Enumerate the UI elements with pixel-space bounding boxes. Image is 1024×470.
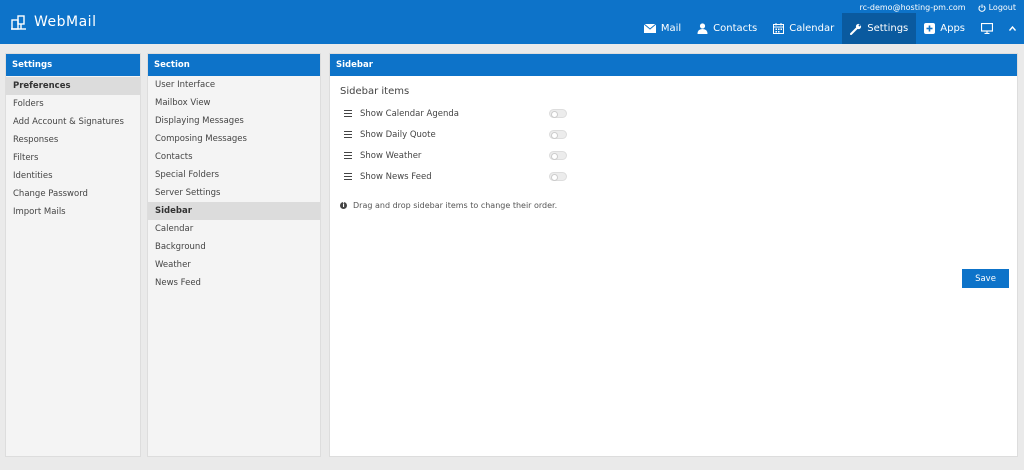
sidebar-items-list: Show Calendar Agenda Show Daily Quote Show… xyxy=(340,103,1007,187)
sidebar-item-row[interactable]: Show News Feed xyxy=(340,166,1007,187)
sidebar-item-label: Show Daily Quote xyxy=(360,129,436,140)
settings-item-folders[interactable]: Folders xyxy=(6,95,140,113)
envelope-icon xyxy=(643,24,656,33)
section-item-background[interactable]: Background xyxy=(148,238,320,256)
section-item-server-settings[interactable]: Server Settings xyxy=(148,184,320,202)
settings-item-preferences[interactable]: Preferences xyxy=(6,77,140,95)
user-email: rc-demo@hosting-pm.com xyxy=(859,3,966,12)
sidebar-item-label: Show Weather xyxy=(360,150,422,161)
nav-contacts-label: Contacts xyxy=(713,23,758,34)
nav-settings[interactable]: Settings xyxy=(842,13,917,44)
settings-list: Preferences Folders Add Account & Signatur… xyxy=(6,76,140,221)
settings-item-change-password[interactable]: Change Password xyxy=(6,185,140,203)
section-item-user-interface[interactable]: User Interface xyxy=(148,76,320,94)
info-icon: i xyxy=(340,202,347,209)
wrench-icon xyxy=(850,23,862,35)
drag-handle-icon[interactable] xyxy=(344,109,352,118)
section-list: User Interface Mailbox View Displaying Mes… xyxy=(148,76,320,292)
content-body: Sidebar items Show Calendar Agenda Show D… xyxy=(330,76,1017,456)
sidebar-item-row[interactable]: Show Daily Quote xyxy=(340,124,1007,145)
section-item-news-feed[interactable]: News Feed xyxy=(148,274,320,292)
nav-screen[interactable] xyxy=(973,13,1001,44)
plus-square-icon xyxy=(924,23,936,34)
drag-handle-icon[interactable] xyxy=(344,130,352,139)
sidebar-item-toggle[interactable] xyxy=(549,130,567,139)
nav-mail-label: Mail xyxy=(660,23,682,34)
top-bar: rc-demo@hosting-pm.com Logout WebMail Ma… xyxy=(0,0,1024,44)
settings-item-add-account-signatures[interactable]: Add Account & Signatures xyxy=(6,113,140,131)
nav-contacts[interactable]: Contacts xyxy=(689,13,765,44)
power-icon xyxy=(978,3,986,12)
settings-item-filters[interactable]: Filters xyxy=(6,149,140,167)
save-button[interactable]: Save xyxy=(962,269,1009,288)
drag-handle-icon[interactable] xyxy=(344,151,352,160)
settings-item-responses[interactable]: Responses xyxy=(6,131,140,149)
sidebar-item-toggle[interactable] xyxy=(549,172,567,181)
sidebar-item-toggle[interactable] xyxy=(549,109,567,118)
sidebar-item-row[interactable]: Show Calendar Agenda xyxy=(340,103,1007,124)
nav-mail[interactable]: Mail xyxy=(636,13,689,44)
nav-apps-label: Apps xyxy=(940,23,965,34)
contact-icon xyxy=(697,23,708,34)
app-title: WebMail xyxy=(34,14,97,30)
section-item-displaying-messages[interactable]: Displaying Messages xyxy=(148,112,320,130)
settings-header: Settings xyxy=(6,54,140,76)
calendar-icon xyxy=(773,23,785,34)
nav-apps[interactable]: Apps xyxy=(916,13,973,44)
monitor-icon xyxy=(981,23,993,34)
section-item-mailbox-view[interactable]: Mailbox View xyxy=(148,94,320,112)
content-panel: Sidebar Sidebar items Show Calendar Agen… xyxy=(329,53,1018,457)
sidebar-items-title: Sidebar items xyxy=(340,86,410,97)
webmail-logo-icon xyxy=(11,15,26,30)
content-header: Sidebar xyxy=(330,54,1017,76)
nav-calendar-label: Calendar xyxy=(789,23,835,34)
app-logo[interactable]: WebMail xyxy=(10,13,96,31)
sidebar-item-row[interactable]: Show Weather xyxy=(340,145,1007,166)
sidebar-item-label: Show Calendar Agenda xyxy=(360,108,459,119)
section-item-special-folders[interactable]: Special Folders xyxy=(148,166,320,184)
section-item-weather[interactable]: Weather xyxy=(148,256,320,274)
section-item-sidebar[interactable]: Sidebar xyxy=(148,202,320,220)
drag-hint-text: Drag and drop sidebar items to change th… xyxy=(353,201,558,210)
user-line: rc-demo@hosting-pm.com Logout xyxy=(859,3,1016,12)
logout-label: Logout xyxy=(988,3,1016,12)
sidebar-item-toggle[interactable] xyxy=(549,151,567,160)
main-nav: Mail Contacts Calendar Settings Apps xyxy=(636,13,1024,44)
nav-collapse[interactable] xyxy=(1001,13,1024,44)
section-item-calendar[interactable]: Calendar xyxy=(148,220,320,238)
logout-link[interactable]: Logout xyxy=(978,3,1016,12)
drag-hint: i Drag and drop sidebar items to change … xyxy=(340,201,1007,210)
settings-item-import-mails[interactable]: Import Mails xyxy=(6,203,140,221)
sidebar-item-label: Show News Feed xyxy=(360,171,432,182)
section-header: Section xyxy=(148,54,320,76)
section-item-composing-messages[interactable]: Composing Messages xyxy=(148,130,320,148)
nav-calendar[interactable]: Calendar xyxy=(765,13,842,44)
section-item-contacts[interactable]: Contacts xyxy=(148,148,320,166)
chevron-up-icon xyxy=(1009,26,1016,31)
settings-panel: Settings Preferences Folders Add Account &… xyxy=(5,53,141,457)
section-panel: Section User Interface Mailbox View Displa… xyxy=(147,53,321,457)
settings-item-identities[interactable]: Identities xyxy=(6,167,140,185)
nav-settings-label: Settings xyxy=(867,23,909,34)
drag-handle-icon[interactable] xyxy=(344,172,352,181)
